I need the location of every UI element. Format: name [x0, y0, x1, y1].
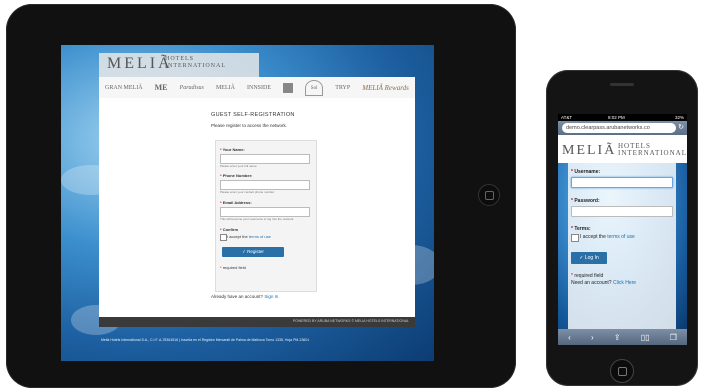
phone-label: * Phone Number: — [220, 173, 253, 178]
url-field[interactable]: demo.clearpass.arubanetworks.co — [562, 123, 676, 133]
brand-tryp[interactable]: TRYP — [335, 85, 350, 91]
phone-device: AT&T 8:02 PM 32% demo.clearpass.arubanet… — [546, 70, 698, 386]
melia-logo: MELIÃ HOTELS INTERNATIONAL — [99, 53, 259, 77]
back-icon[interactable]: ‹ — [568, 333, 571, 342]
email-label: * Email Address: — [220, 200, 252, 205]
registration-form: * Your Name: Please enter your full name… — [215, 140, 317, 292]
register-button[interactable]: ✓ Register — [222, 247, 284, 257]
refresh-icon[interactable]: ↻ — [678, 123, 684, 131]
signin-link[interactable]: Sign In — [264, 294, 278, 299]
page-title: GUEST SELF-REGISTRATION — [211, 112, 295, 118]
footer-text: POWERED BY ARUBA NETWORKS © MELIA HOTELS… — [292, 319, 409, 323]
terms-text: I accept the terms of use — [580, 234, 635, 240]
brand-bar: GRAN MELIÃ ME Paradisus MELIÃ INNSIDE So… — [99, 77, 415, 99]
tablet-footer: POWERED BY ARUBA NETWORKS © MELIA HOTELS… — [99, 317, 415, 327]
login-area: * Username: * Password: * Terms: I accep… — [558, 163, 687, 329]
terms-link[interactable]: terms of use — [249, 234, 271, 239]
tablet-screen: MELIÃ HOTELS INTERNATIONAL GRAN MELIÃ ME… — [61, 45, 434, 361]
email-hint: This will become your username to log in… — [220, 217, 295, 221]
melia-logo: MELIÃ HOTELS INTERNATIONAL — [558, 135, 687, 163]
phone-screen: AT&T 8:02 PM 32% demo.clearpass.arubanet… — [558, 114, 687, 345]
already-account: Already have an account? Sign In — [211, 294, 279, 299]
terms-checkbox[interactable] — [571, 234, 579, 242]
battery-text: 32% — [674, 115, 684, 120]
password-input[interactable] — [571, 206, 673, 217]
phone-input[interactable] — [220, 180, 310, 190]
name-input[interactable] — [220, 154, 310, 164]
login-button[interactable]: ✓ Log In — [571, 252, 607, 264]
tabs-icon[interactable]: ❐ — [670, 333, 677, 342]
username-input[interactable] — [571, 177, 673, 188]
required-note: * required field — [571, 273, 604, 279]
required-note: * required field — [220, 265, 246, 270]
intro-text: Please register to access the network. — [211, 123, 288, 128]
legal-text: Meliá Hotels International S.A., C.I.F. … — [101, 338, 310, 342]
terms-link[interactable]: terms of use — [607, 234, 635, 240]
login-form: * Username: * Password: * Terms: I accep… — [568, 163, 676, 329]
brand-me[interactable]: ME — [155, 83, 168, 92]
carrier-text: AT&T — [561, 115, 573, 120]
brand-gran-melia[interactable]: GRAN MELIÃ — [105, 85, 143, 91]
brand-innside[interactable]: INNSIDE — [247, 85, 271, 91]
brand-sol[interactable]: Sol — [305, 79, 324, 96]
terms-checkbox[interactable] — [220, 234, 227, 241]
phone-speaker — [610, 83, 634, 86]
phone-home-button[interactable] — [610, 359, 634, 383]
address-bar: demo.clearpass.arubanetworks.co ↻ — [558, 121, 687, 135]
username-label: * Username: — [571, 169, 601, 175]
registration-panel: GUEST SELF-REGISTRATION Please register … — [99, 98, 415, 317]
terms-label: * Terms: — [571, 226, 591, 232]
brand-melia-rewards[interactable]: MELIÃ Rewards — [362, 84, 409, 92]
click-here-link[interactable]: Click Here — [613, 280, 636, 286]
tablet-home-button[interactable] — [478, 184, 500, 206]
forward-icon[interactable]: › — [591, 333, 594, 342]
brand-paradisus[interactable]: Paradisus — [180, 85, 204, 91]
confirm-label: * Confirm — [220, 227, 239, 232]
tablet-device: MELIÃ HOTELS INTERNATIONAL GRAN MELIÃ ME… — [6, 4, 516, 388]
status-bar: AT&T 8:02 PM 32% — [558, 114, 687, 121]
password-label: * Password: — [571, 198, 600, 204]
brand-melia[interactable]: MELIÃ — [216, 85, 235, 91]
phone-hint: Please enter your contact phone number. — [220, 190, 275, 194]
email-input[interactable] — [220, 207, 310, 217]
name-hint: Please enter your full name. — [220, 164, 258, 168]
share-icon[interactable]: ⇪ — [614, 333, 621, 342]
bookmarks-icon[interactable]: ▯▯ — [641, 333, 650, 342]
clock-text: 8:02 PM — [608, 115, 625, 120]
brand-square-icon[interactable] — [283, 82, 294, 93]
tablet-header: MELIÃ HOTELS INTERNATIONAL — [61, 45, 434, 77]
name-label: * Your Name: — [220, 147, 245, 152]
browser-toolbar: ‹ › ⇪ ▯▯ ❐ — [558, 329, 687, 345]
need-account: Need an account? Click Here — [571, 280, 637, 286]
terms-text: I accept the terms of use — [227, 234, 271, 239]
